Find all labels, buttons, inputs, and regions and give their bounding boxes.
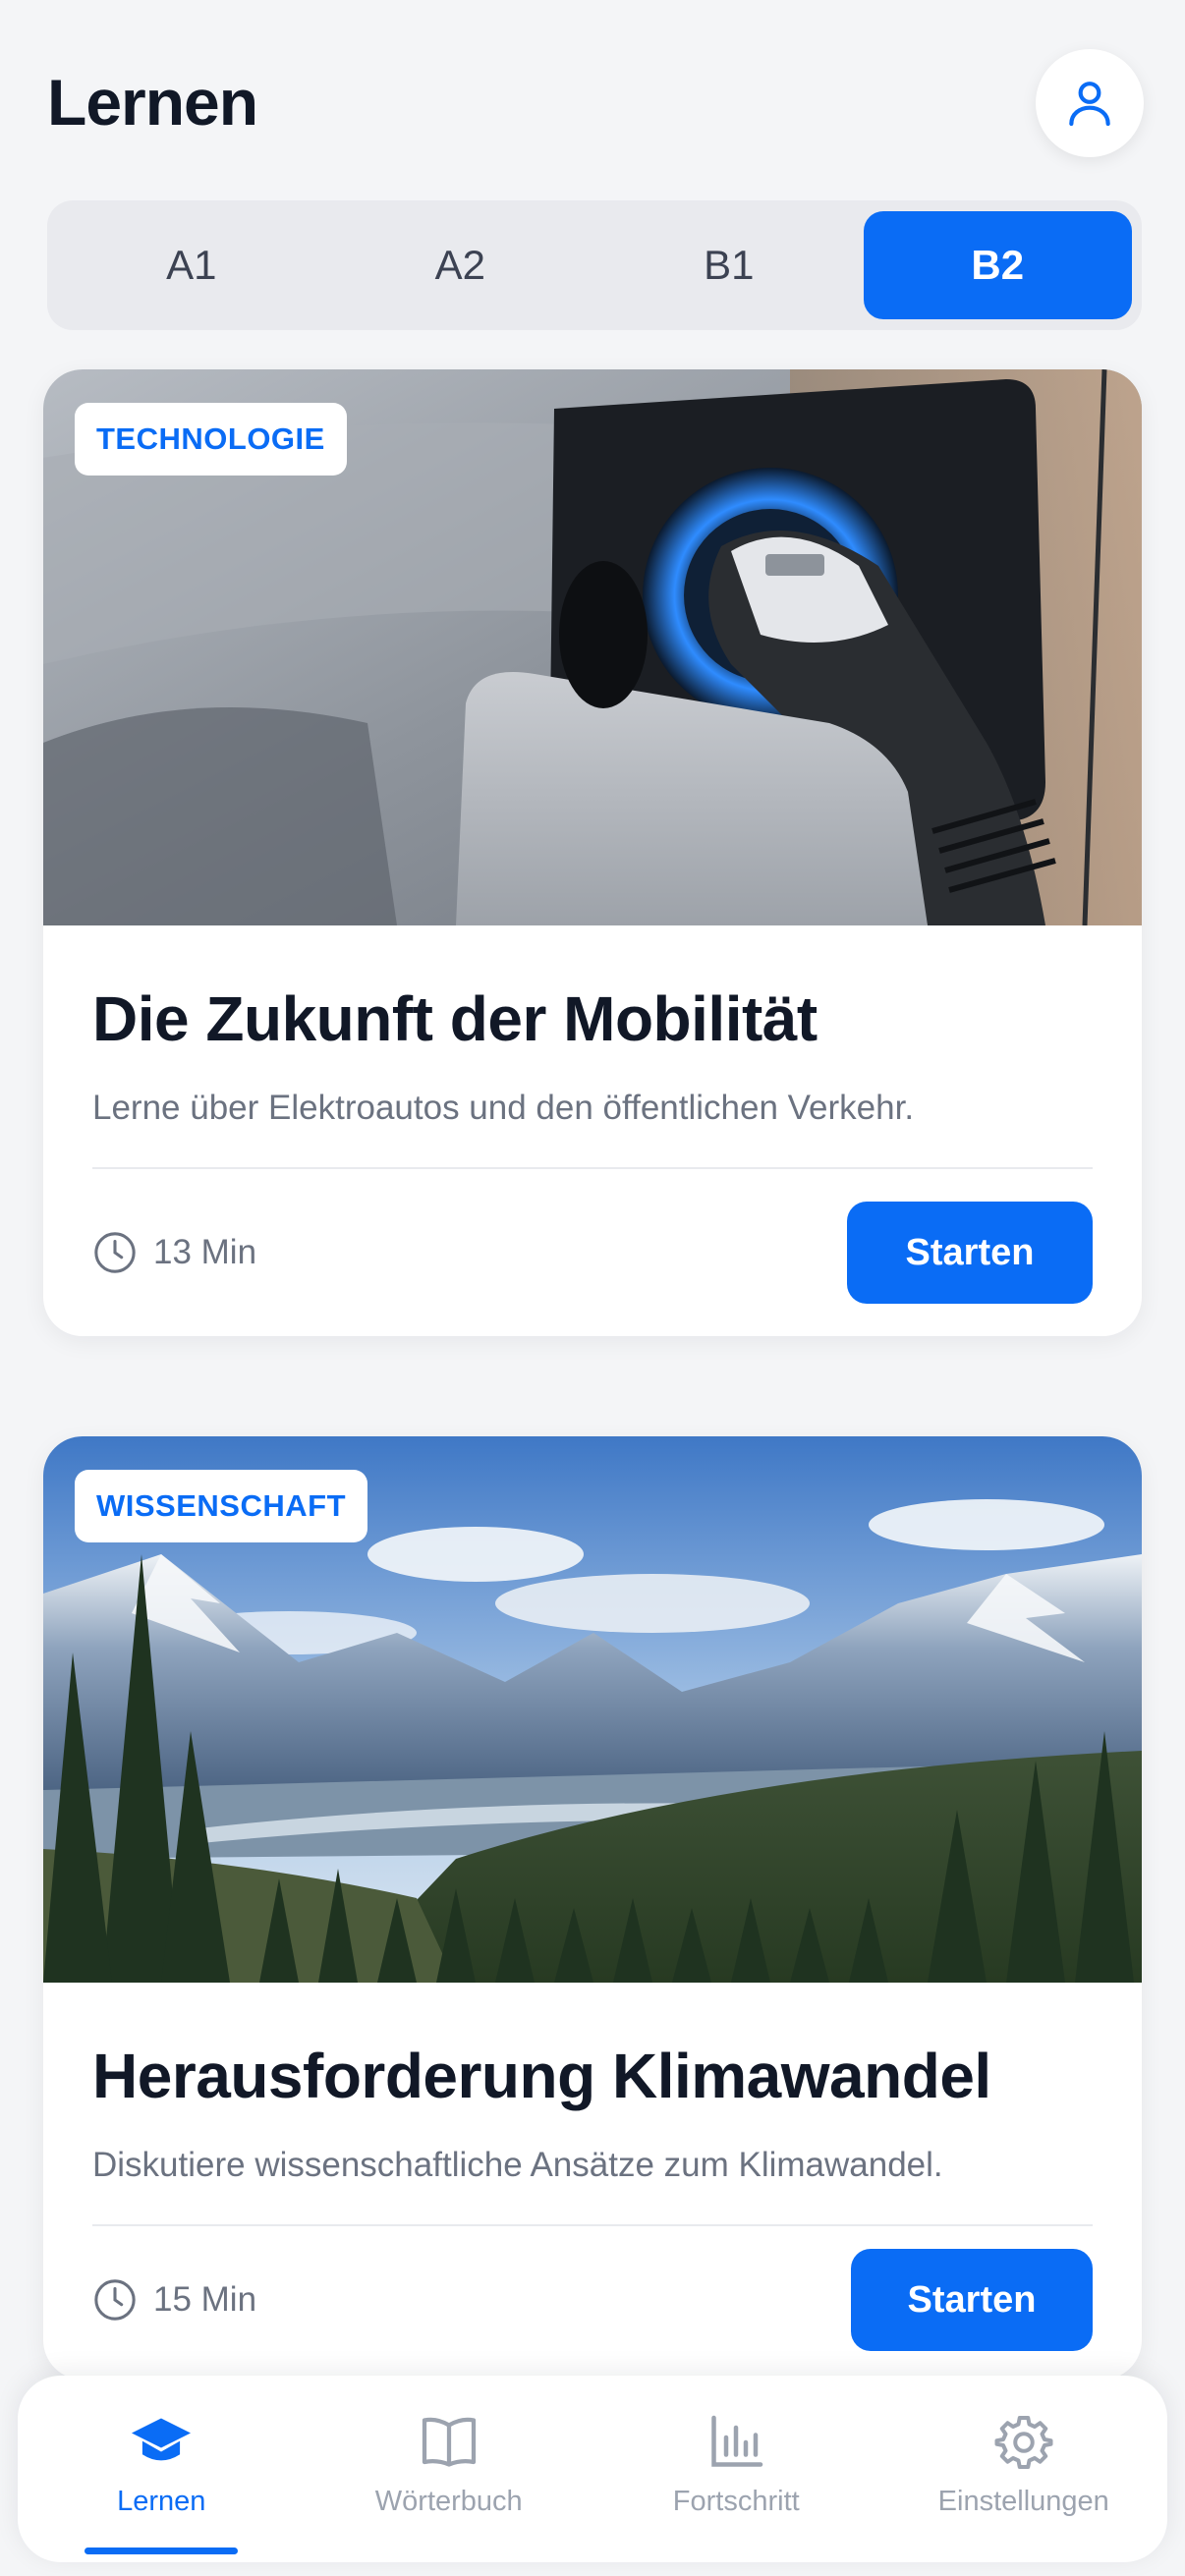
profile-button[interactable] bbox=[1036, 49, 1144, 157]
duration: 15 Min bbox=[92, 2277, 256, 2323]
level-selector: A1 A2 B1 B2 bbox=[47, 200, 1142, 330]
clock-icon bbox=[94, 1232, 136, 1273]
gear-icon bbox=[994, 2416, 1053, 2469]
tab-label: Lernen bbox=[117, 2486, 206, 2517]
category-tag: WISSENSCHAFT bbox=[75, 1470, 367, 1542]
lesson-card[interactable]: TECHNOLOGIE Die Zukunft der Mobilität Le… bbox=[43, 369, 1142, 1336]
page-title: Lernen bbox=[47, 66, 258, 139]
lesson-card[interactable]: WISSENSCHAFT Herausforderung Klimawandel… bbox=[43, 1436, 1142, 2380]
level-b1[interactable]: B1 bbox=[594, 211, 864, 319]
card-title: Herausforderung Klimawandel bbox=[92, 2041, 991, 2111]
bar-chart-icon bbox=[711, 2415, 763, 2467]
graduation-cap-icon bbox=[132, 2418, 192, 2461]
mountain-landscape-image: WISSENSCHAFT bbox=[43, 1436, 1142, 1983]
tab-woerterbuch[interactable]: Wörterbuch bbox=[306, 2376, 593, 2562]
level-a1[interactable]: A1 bbox=[57, 211, 326, 319]
tab-lernen[interactable]: Lernen bbox=[18, 2376, 306, 2562]
level-a2[interactable]: A2 bbox=[326, 211, 595, 319]
tab-fortschritt[interactable]: Fortschritt bbox=[592, 2376, 880, 2562]
tab-einstellungen[interactable]: Einstellungen bbox=[880, 2376, 1168, 2562]
card-description: Lerne über Elektroautos und den öffentli… bbox=[92, 1089, 915, 1127]
level-b2[interactable]: B2 bbox=[863, 211, 1132, 319]
tab-label: Einstellungen bbox=[937, 2486, 1109, 2517]
start-button[interactable]: Starten bbox=[847, 1202, 1093, 1304]
header: Lernen bbox=[0, 0, 1185, 187]
start-button[interactable]: Starten bbox=[851, 2249, 1093, 2351]
duration-label: 13 Min bbox=[153, 1233, 257, 1271]
tab-label: Wörterbuch bbox=[374, 2486, 523, 2517]
ev-charging-image: TECHNOLOGIE bbox=[43, 369, 1142, 925]
clock-icon bbox=[94, 2279, 136, 2321]
duration-label: 15 Min bbox=[153, 2280, 257, 2319]
tab-label: Fortschritt bbox=[672, 2486, 800, 2517]
card-title: Die Zukunft der Mobilität bbox=[92, 983, 818, 1054]
card-description: Diskutiere wissenschaftliche Ansätze zum… bbox=[92, 2146, 943, 2184]
category-tag: TECHNOLOGIE bbox=[75, 403, 347, 476]
bottom-tab-bar: Lernen Wörterbuch Fortschritt Einstellun… bbox=[18, 2376, 1167, 2562]
user-icon bbox=[1069, 82, 1110, 127]
duration: 13 Min bbox=[92, 1230, 256, 1275]
active-tab-indicator bbox=[85, 2548, 239, 2554]
book-icon bbox=[422, 2417, 476, 2467]
